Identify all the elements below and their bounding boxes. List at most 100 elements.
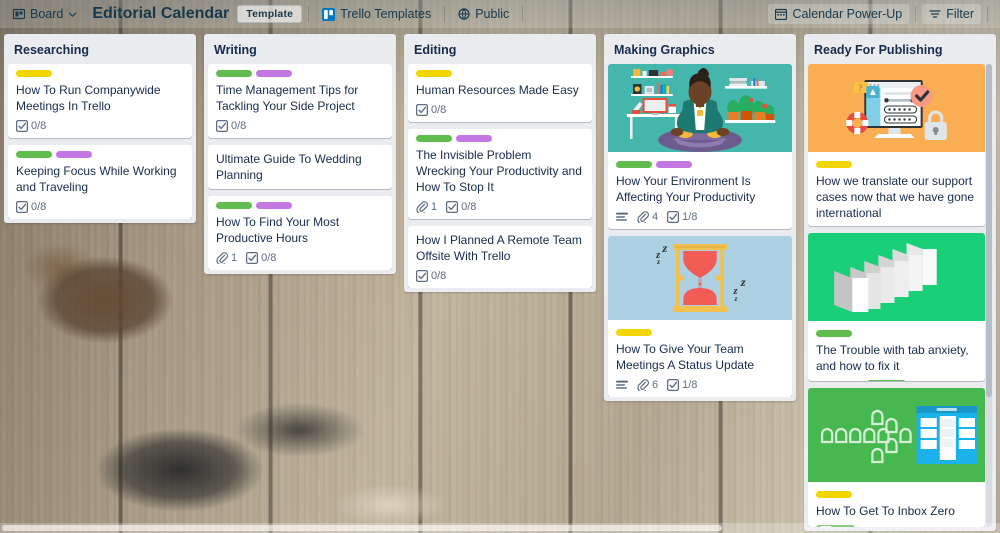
- badge-checklist: 0/8: [216, 120, 246, 132]
- card-body: How To Find Your Most Productive Hours 1 0…: [208, 196, 392, 270]
- label-purple[interactable]: [456, 135, 492, 142]
- card-title: Human Resources Made Easy: [416, 83, 579, 97]
- checklist-icon: [16, 201, 28, 213]
- list-writing[interactable]: Writing Time Management Tips for Tackling…: [204, 34, 396, 274]
- calendar-powerup-button[interactable]: Calendar Power-Up: [768, 4, 910, 24]
- card-labels: [616, 161, 784, 168]
- list-researching[interactable]: Researching How To Run Companywide Meetin…: [4, 34, 196, 223]
- card[interactable]: Time Management Tips for Tackling Your S…: [208, 64, 392, 138]
- list-cards[interactable]: Human Resources Made Easy 0/8 The Invisibl…: [408, 64, 592, 288]
- label-green[interactable]: [216, 202, 252, 209]
- card[interactable]: How Your Environment Is Affecting Your P…: [608, 64, 792, 229]
- checklist-icon: [667, 211, 680, 223]
- badge-checklist: 0/8: [416, 270, 446, 282]
- svg-text:z: z: [656, 258, 660, 266]
- header-divider: [308, 6, 310, 22]
- workspace-label: Trello Templates: [340, 7, 432, 21]
- list-cards[interactable]: How To Run Companywide Meetings In Trell…: [8, 64, 192, 219]
- label-yellow[interactable]: [816, 161, 852, 168]
- filter-button[interactable]: Filter: [922, 4, 981, 24]
- badge-checklist: 0/8: [416, 104, 446, 116]
- label-green[interactable]: [816, 330, 852, 338]
- card-title: How To Give Your Team Meetings A Status …: [616, 342, 755, 372]
- badge-description: [616, 380, 628, 391]
- board-canvas[interactable]: Researching How To Run Companywide Meetin…: [0, 28, 1000, 533]
- card-badges: 0/8: [416, 104, 584, 116]
- label-purple[interactable]: [256, 202, 292, 209]
- card-badges: 0/8: [416, 270, 584, 282]
- badge-text: 0/8: [461, 201, 477, 213]
- label-purple[interactable]: [256, 70, 292, 77]
- header-divider: [987, 6, 988, 22]
- checklist-icon: [667, 379, 680, 391]
- card-body: Keeping Focus While Working and Travelin…: [8, 145, 192, 219]
- card-body: The Invisible Problem Wrecking Your Prod…: [408, 129, 592, 219]
- label-yellow[interactable]: [616, 329, 652, 336]
- scrollbar-thumb[interactable]: [986, 64, 992, 398]
- card-badges: 0/8: [16, 120, 184, 132]
- list-editing[interactable]: Editing Human Resources Made Easy 0/8 The I…: [404, 34, 596, 292]
- header-divider: [915, 6, 917, 22]
- template-badge[interactable]: Template: [237, 5, 303, 23]
- card[interactable]: How To Get To Inbox Zero8/8: [808, 387, 985, 527]
- list-cards[interactable]: Time Management Tips for Tackling Your S…: [208, 64, 392, 270]
- label-purple[interactable]: [56, 151, 92, 158]
- board-header: Board Editorial Calendar Template Trello…: [0, 0, 1000, 28]
- label-green[interactable]: [16, 151, 52, 158]
- chevron-down-icon: [68, 10, 77, 19]
- card[interactable]: ? How we translate our support cases now…: [808, 64, 985, 227]
- card-labels: [416, 70, 584, 77]
- scrollbar-thumb[interactable]: [2, 525, 722, 531]
- card-title: How To Run Companywide Meetings In Trell…: [16, 83, 161, 113]
- card[interactable]: The Trouble with tab anxiety, and how to…: [808, 233, 985, 381]
- label-yellow[interactable]: [416, 70, 452, 77]
- list-title[interactable]: Ready For Publishing: [808, 41, 992, 64]
- badge-text: 1/8: [682, 211, 698, 223]
- label-green[interactable]: [416, 135, 452, 142]
- card-cover-image: [808, 233, 985, 324]
- filter-icon: [929, 8, 941, 20]
- workspace-button[interactable]: Trello Templates: [315, 4, 438, 24]
- card-labels: [216, 70, 384, 77]
- list-title[interactable]: Researching: [8, 41, 192, 64]
- board-horizontal-scrollbar[interactable]: [0, 523, 1000, 533]
- card[interactable]: How To Run Companywide Meetings In Trell…: [8, 64, 192, 138]
- board-switcher-button[interactable]: Board: [6, 4, 84, 24]
- card-title: How To Get To Inbox Zero: [816, 503, 955, 518]
- label-yellow[interactable]: [16, 70, 52, 77]
- visibility-label: Public: [475, 7, 510, 21]
- card-cover-image: zzz zzz: [608, 236, 792, 323]
- card[interactable]: Human Resources Made Easy 0/8: [408, 64, 592, 122]
- card[interactable]: How I Planned A Remote Team Offsite With…: [408, 226, 592, 288]
- list-title[interactable]: Editing: [408, 41, 592, 64]
- list-title[interactable]: Making Graphics: [608, 41, 792, 64]
- visibility-button[interactable]: Public: [451, 4, 516, 24]
- list-cards[interactable]: How Your Environment Is Affecting Your P…: [608, 64, 792, 397]
- globe-icon: [458, 8, 470, 20]
- card[interactable]: zzz zzz How To Give Your Team Meetings A…: [608, 236, 792, 397]
- card-labels: [816, 161, 977, 168]
- label-green[interactable]: [216, 70, 252, 77]
- card-body: The Trouble with tab anxiety, and how to…: [808, 324, 985, 381]
- list-vertical-scrollbar[interactable]: [986, 64, 992, 527]
- badge-checklist: 1/8: [667, 211, 697, 223]
- list-cards[interactable]: ? How we translate our support cases now…: [808, 64, 992, 527]
- card-badges: 1 0/8: [216, 252, 384, 264]
- attachment-icon: [637, 379, 649, 391]
- checklist-icon: [16, 120, 28, 132]
- card-badges: 4 1/8: [616, 211, 784, 223]
- card[interactable]: How To Find Your Most Productive Hours 1 0…: [208, 196, 392, 270]
- list-making-graphics[interactable]: Making Graphics How Your Environment Is …: [604, 34, 796, 401]
- checklist-icon: [216, 120, 228, 132]
- card-title: The Invisible Problem Wrecking Your Prod…: [416, 148, 582, 194]
- list-ready-for-publishing[interactable]: Ready For Publishing ? How we translate …: [804, 34, 996, 531]
- card[interactable]: Ultimate Guide To Wedding Planning: [208, 145, 392, 189]
- label-yellow[interactable]: [816, 490, 852, 498]
- card[interactable]: The Invisible Problem Wrecking Your Prod…: [408, 129, 592, 219]
- description-icon: [616, 380, 628, 391]
- label-purple[interactable]: [656, 161, 692, 168]
- list-title[interactable]: Writing: [208, 41, 392, 64]
- label-green[interactable]: [616, 161, 652, 168]
- card[interactable]: Keeping Focus While Working and Travelin…: [8, 145, 192, 219]
- card-cover-image: [808, 387, 985, 485]
